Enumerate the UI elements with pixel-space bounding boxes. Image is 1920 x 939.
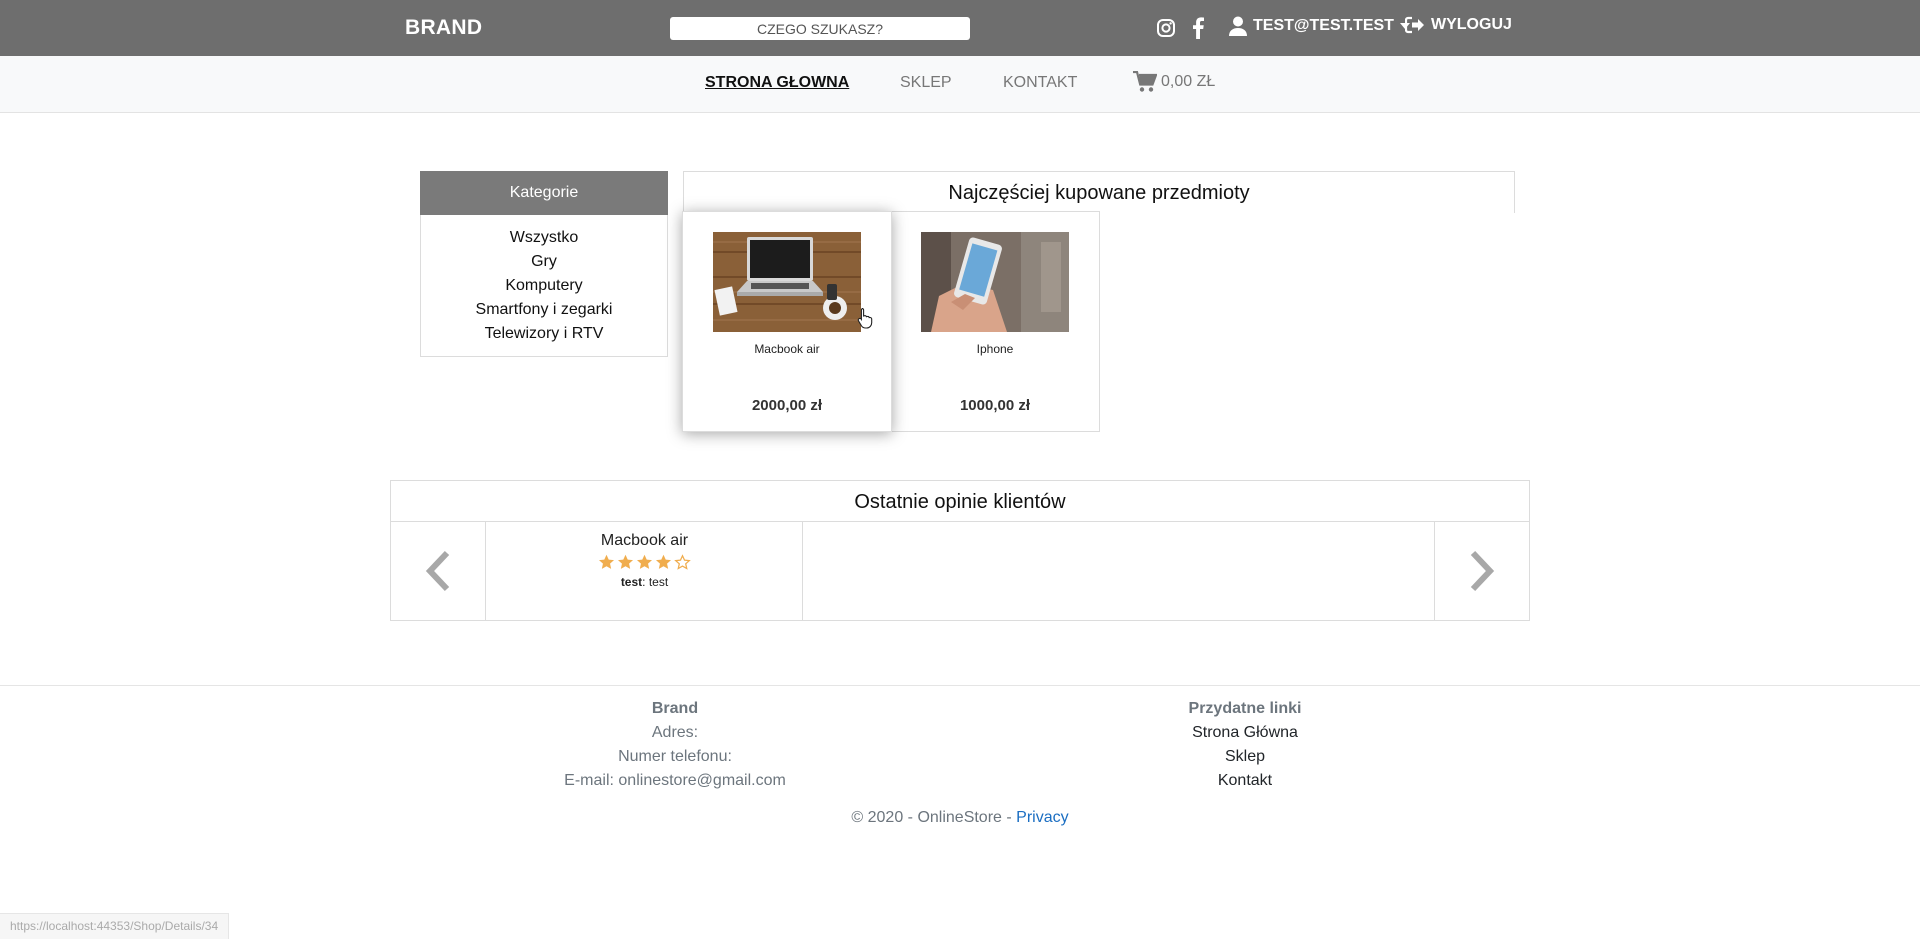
footer-link-contact[interactable]: Kontakt	[1145, 769, 1345, 793]
category-computers[interactable]: Komputery	[421, 274, 667, 298]
categories-title: Kategorie	[420, 171, 668, 215]
star-filled-icon	[617, 554, 634, 569]
mouse-pointer-icon	[857, 307, 873, 329]
footer-links-column: Przydatne linki Strona Główna Sklep Kont…	[1145, 697, 1345, 793]
footer-address: Adres:	[651, 724, 699, 741]
hand-holding-phone-photo	[921, 232, 1069, 332]
copyright: © 2020 - OnlineStore - Privacy	[0, 809, 1920, 827]
category-tv[interactable]: Telewizory i RTV	[421, 322, 667, 346]
category-smartphones[interactable]: Smartfony i zegarki	[421, 298, 667, 322]
footer-link-home[interactable]: Strona Główna	[1145, 721, 1345, 745]
footer-links-title: Przydatne linki	[1188, 700, 1302, 717]
category-games[interactable]: Gry	[421, 250, 667, 274]
status-bar-url: https://localhost:44353/Shop/Details/34	[0, 913, 230, 939]
logout-label: WYLOGUJ	[1431, 16, 1512, 33]
sign-out-icon	[1405, 16, 1424, 34]
categories-list: Wszystko Gry Komputery Smartfony i zegar…	[421, 215, 667, 346]
top-bar: BRAND TEST@TEST.TEST WYLOGUJ	[0, 0, 1920, 56]
footer: Brand Adres: Numer telefonu: E-mail: onl…	[0, 685, 1920, 939]
carousel-prev-button[interactable]	[391, 522, 486, 620]
carousel-next-button[interactable]	[1434, 522, 1529, 620]
logout-button[interactable]: WYLOGUJ	[1405, 16, 1512, 34]
reviews-section: Ostatnie opinie klientów Macbook air tes…	[390, 480, 1530, 621]
star-filled-icon	[636, 554, 653, 569]
main-nav: STRONA GŁOWNA SKLEP KONTAKT 0,00 ZŁ	[0, 56, 1920, 113]
categories-panel: Kategorie Wszystko Gry Komputery Smartfo…	[420, 171, 668, 357]
product-card-iphone[interactable]: Iphone 1000,00 zł	[890, 211, 1100, 432]
review-author: test	[620, 575, 643, 589]
footer-link-shop[interactable]: Sklep	[1145, 745, 1345, 769]
footer-brand-title: Brand	[651, 700, 699, 717]
nav-shop[interactable]: SKLEP	[900, 74, 952, 92]
product-price: 2000,00 zł	[751, 397, 823, 414]
cart-total: 0,00 ZŁ	[1161, 73, 1216, 90]
nav-home[interactable]: STRONA GŁOWNA	[705, 74, 849, 92]
user-menu[interactable]: TEST@TEST.TEST	[1229, 16, 1410, 36]
chevron-left-icon	[425, 550, 450, 592]
privacy-link[interactable]: Privacy	[1016, 809, 1068, 826]
product-price: 1000,00 zł	[959, 397, 1031, 414]
footer-email: onlinestore@gmail.com	[618, 772, 786, 789]
popular-title: Najczęściej kupowane przedmioty	[683, 171, 1515, 213]
review-text: test: test	[620, 575, 669, 589]
footer-phone: Numer telefonu:	[618, 748, 732, 765]
footer-email-line: E-mail: onlinestore@gmail.com	[520, 769, 830, 793]
facebook-icon[interactable]	[1186, 16, 1210, 40]
user-email: TEST@TEST.TEST	[1253, 17, 1394, 34]
search-input[interactable]	[670, 17, 970, 40]
shopping-cart-icon	[1133, 71, 1157, 92]
product-name: Macbook air	[754, 342, 820, 356]
star-empty-icon	[674, 554, 691, 570]
review-card: Macbook air test: test	[487, 522, 803, 620]
laptop-on-desk-photo	[713, 232, 861, 332]
brand-logo[interactable]: BRAND	[405, 16, 482, 40]
chevron-right-icon	[1470, 550, 1495, 592]
star-filled-icon	[598, 554, 615, 569]
category-all[interactable]: Wszystko	[421, 226, 667, 250]
review-product-name: Macbook air	[600, 532, 689, 549]
star-filled-icon	[655, 554, 672, 569]
user-icon	[1229, 16, 1247, 36]
footer-brand-column: Brand Adres: Numer telefonu: E-mail: onl…	[520, 697, 830, 793]
review-rating	[487, 554, 802, 570]
review-body: test	[648, 575, 669, 589]
copyright-text: © 2020 - OnlineStore -	[851, 809, 1012, 826]
nav-contact[interactable]: KONTAKT	[1003, 74, 1077, 92]
instagram-icon[interactable]	[1154, 16, 1178, 40]
cart-button[interactable]: 0,00 ZŁ	[1133, 71, 1215, 93]
reviews-title: Ostatnie opinie klientów	[391, 481, 1529, 522]
product-name: Iphone	[976, 342, 1014, 356]
footer-email-label: E-mail:	[564, 772, 614, 789]
